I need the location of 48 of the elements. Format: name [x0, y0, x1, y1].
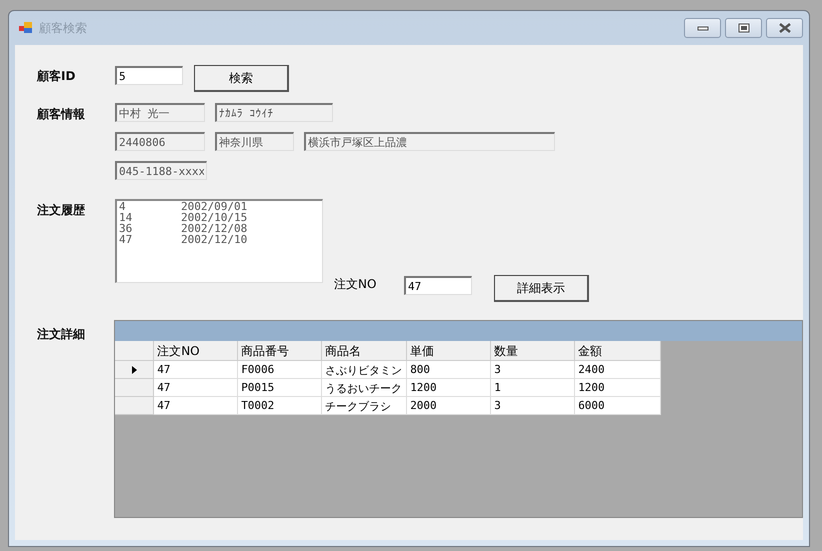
- table-cell: 1200: [575, 379, 662, 397]
- search-button[interactable]: 検索: [194, 65, 289, 92]
- close-button[interactable]: [766, 18, 803, 38]
- table-cell: P0015: [238, 379, 322, 397]
- field-label: 注文NO: [334, 276, 378, 293]
- list-item[interactable]: 14 2002/10/15: [119, 212, 320, 223]
- column-header[interactable]: 数量: [491, 341, 576, 361]
- field-label: 顧客情報: [37, 106, 86, 123]
- table-cell: 3: [491, 361, 576, 379]
- row-header[interactable]: [115, 361, 154, 379]
- table-cell: 1: [491, 379, 576, 397]
- table-cell: F0006: [238, 361, 322, 379]
- field-label: 注文履歴: [37, 202, 86, 219]
- column-header[interactable]: 単価: [407, 341, 492, 361]
- table-cell: チークブラシ: [322, 397, 408, 415]
- column-header[interactable]: 商品名: [322, 341, 408, 361]
- table-cell: さぶりビタミン: [322, 361, 408, 379]
- list-item[interactable]: 4 2002/09/01: [119, 201, 320, 212]
- column-header[interactable]: 金額: [575, 341, 662, 361]
- field-label: 顧客ID: [37, 68, 76, 85]
- minimize-icon: [696, 25, 708, 31]
- maximize-button[interactable]: [725, 18, 762, 38]
- table-cell: 2000: [407, 397, 492, 415]
- table-cell: 800: [407, 361, 492, 379]
- show-details-button[interactable]: 詳細表示: [494, 275, 589, 302]
- close-icon: [778, 23, 790, 33]
- table-cell: 6000: [575, 397, 662, 415]
- table-cell: 1200: [407, 379, 492, 397]
- minimize-button[interactable]: [684, 18, 721, 38]
- customer-id-field[interactable]: 5: [115, 66, 183, 85]
- table-cell: T0002: [238, 397, 322, 415]
- corner-header: [115, 341, 154, 361]
- field-label: 注文詳細: [37, 326, 86, 343]
- table-cell: 2400: [575, 361, 662, 379]
- maximize-icon: [738, 23, 750, 33]
- table-cell: 47: [154, 379, 238, 397]
- list-item[interactable]: 36 2002/12/08: [119, 223, 320, 234]
- table-cell: 47: [154, 397, 238, 415]
- order-no-field[interactable]: 47: [404, 276, 472, 295]
- table-cell: 3: [491, 397, 576, 415]
- app-icon: [19, 22, 33, 34]
- list-item[interactable]: 47 2002/12/10: [119, 234, 320, 245]
- table-cell: 47: [154, 361, 238, 379]
- order-history-list[interactable]: 4 2002/09/01 14 2002/10/15 36 2002/12/08 47 2002/12/10: [115, 199, 323, 283]
- column-header[interactable]: 注文NO: [154, 341, 238, 361]
- column-header[interactable]: 商品番号: [238, 341, 322, 361]
- window-title: 顧客検索: [39, 20, 87, 36]
- table-cell: うるおいチーク: [322, 379, 408, 397]
